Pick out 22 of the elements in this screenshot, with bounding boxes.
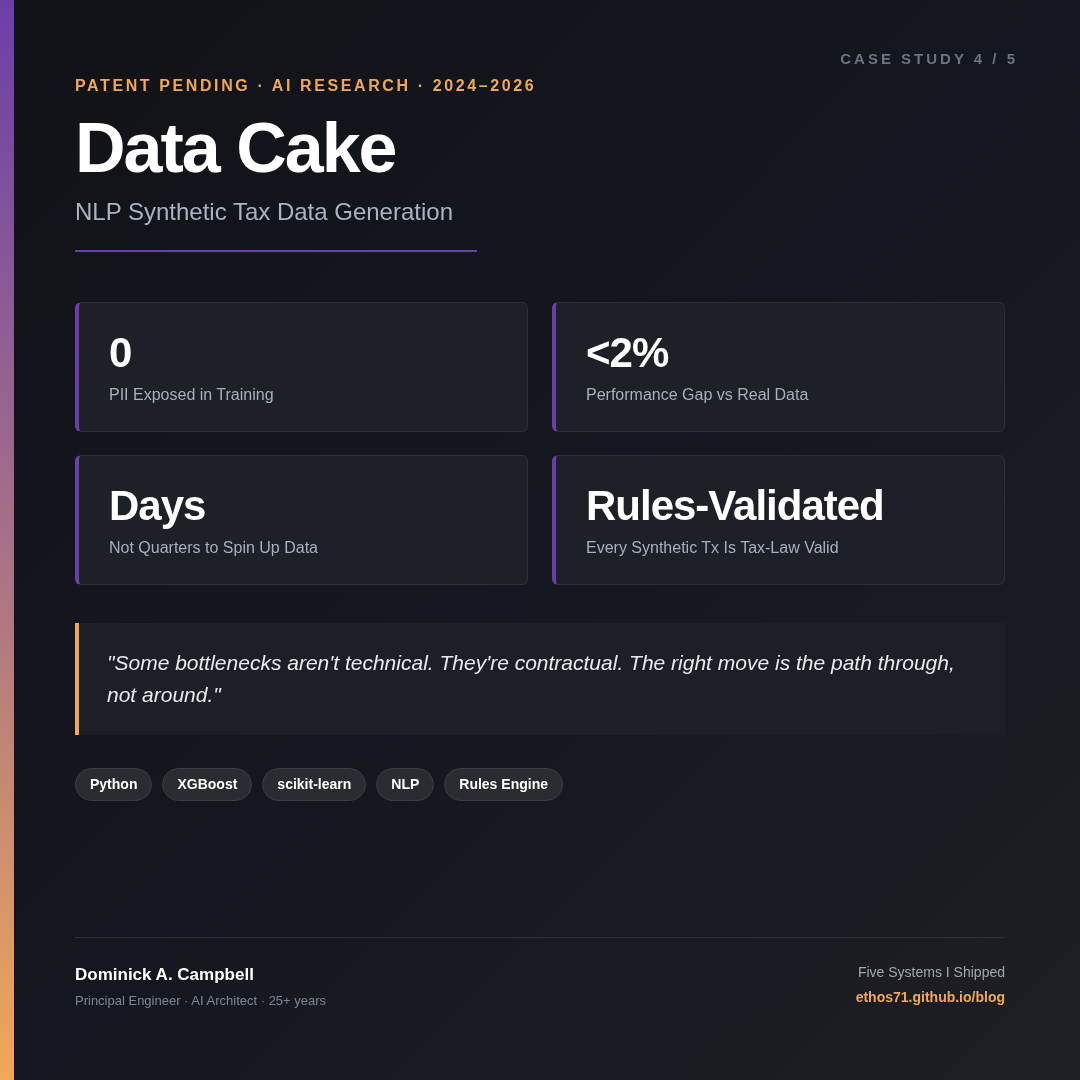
author-name: Dominick A. Campbell — [75, 964, 254, 986]
stat-value: 0 — [109, 327, 132, 378]
eyebrow-text: PATENT PENDING · AI RESEARCH · 2024–2026 — [75, 75, 537, 96]
stat-label: Performance Gap vs Real Data — [586, 384, 809, 405]
title: Data Cake — [75, 107, 396, 189]
author-role: Principal Engineer · AI Architect · 25+ years — [75, 991, 327, 1010]
tech-tag: XGBoost — [162, 767, 253, 801]
quote-text: "Some bottlenecks aren't technical. They're contractual. The right move is the path through, not around." — [107, 649, 956, 708]
stat-label: Not Quarters to Spin Up Data — [109, 537, 318, 558]
stat-label: Every Synthetic Tx Is Tax-Law Valid — [586, 537, 839, 558]
tech-tag: Python — [75, 767, 153, 801]
stat-label: PII Exposed in Training — [109, 384, 274, 405]
blog-link[interactable]: ethos71.github.io/blog — [855, 987, 1005, 1008]
case-study-counter: CASE STUDY 4 / 5 — [840, 49, 1018, 69]
tech-tag: scikit-learn — [262, 767, 367, 801]
tech-tag: NLP — [376, 767, 435, 801]
subtitle: NLP Synthetic Tax Data Generation — [75, 196, 453, 227]
stat-value: <2% — [586, 327, 669, 378]
stat-value: Days — [109, 480, 206, 531]
stat-value: Rules-Validated — [586, 480, 884, 531]
tech-tag: Rules Engine — [444, 767, 563, 801]
tagline: Five Systems I Shipped — [857, 963, 1005, 982]
